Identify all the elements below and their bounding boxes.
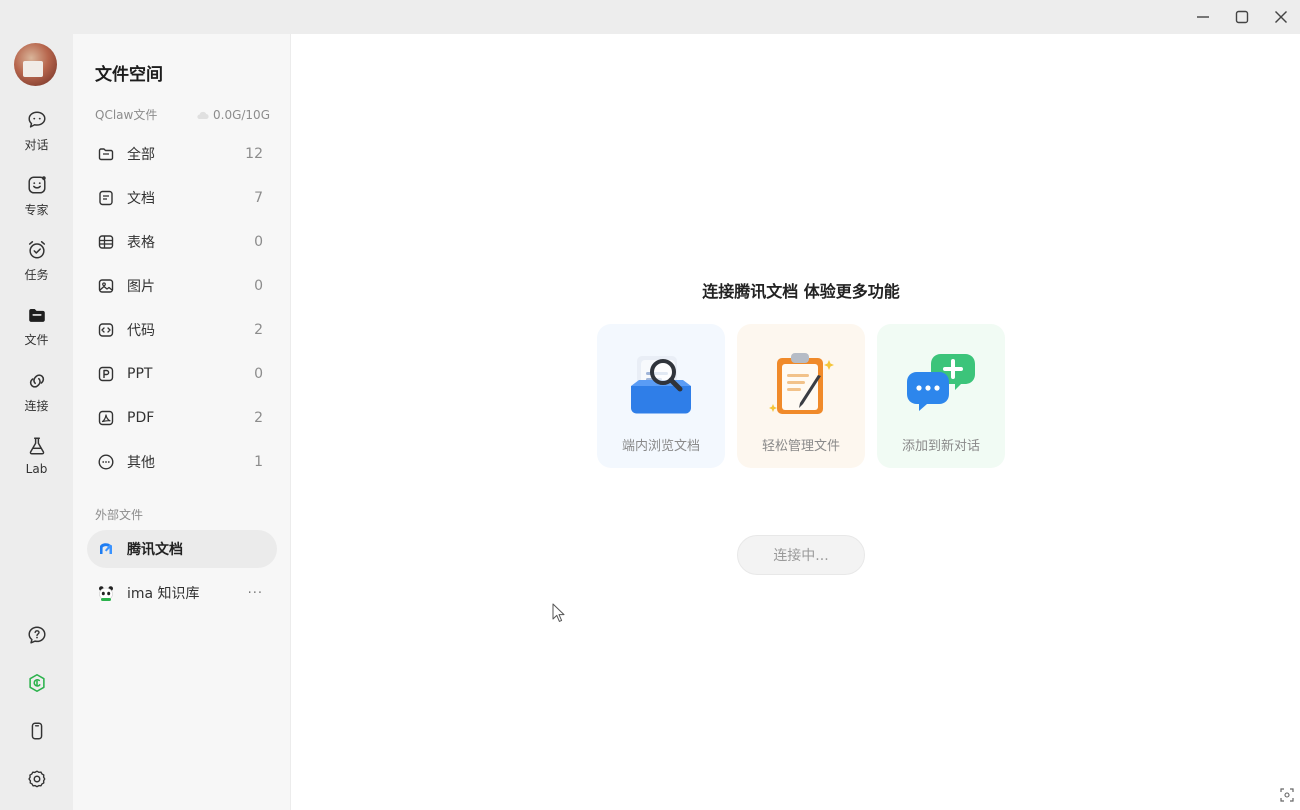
- feature-card-browse: 端内浏览文档: [597, 324, 725, 468]
- panda-icon: [97, 584, 115, 602]
- shield-icon[interactable]: [0, 668, 73, 698]
- category-count: 7: [254, 190, 263, 206]
- feature-caption: 端内浏览文档: [621, 439, 700, 454]
- window-controls: [1183, 0, 1300, 34]
- category-name: PPT: [127, 366, 153, 382]
- main-content: 连接腾讯文档 体验更多功能 端内浏览文档 轻松管理文件 添加到新对话 连接中..…: [291, 34, 1300, 810]
- more-options-button[interactable]: ···: [248, 586, 263, 601]
- tencent-docs-icon: [97, 540, 115, 558]
- category-count: 0: [254, 278, 263, 294]
- category-sheets[interactable]: 表格 0: [87, 222, 277, 262]
- feature-card-manage: 轻松管理文件: [737, 324, 865, 468]
- image-icon: [97, 277, 115, 295]
- close-icon[interactable]: [1261, 0, 1300, 34]
- category-count: 12: [245, 146, 263, 162]
- code-icon: [97, 321, 115, 339]
- category-count: 0: [254, 234, 263, 250]
- clipboard-pen-icon: [769, 353, 834, 414]
- external-tencent-docs[interactable]: 腾讯文档: [87, 530, 277, 568]
- storage-usage-text: 0.0G/10G: [213, 107, 270, 122]
- flask-icon: [25, 434, 49, 458]
- category-all[interactable]: 全部 12: [87, 134, 277, 174]
- document-icon: [97, 189, 115, 207]
- rail-item-chat[interactable]: 对话: [0, 108, 73, 164]
- rail-item-label: 任务: [24, 268, 49, 282]
- storage-usage: 0.0G/10G: [196, 106, 270, 123]
- ppt-icon: [97, 365, 115, 383]
- rail-item-label: 专家: [24, 203, 49, 217]
- external-name: ima 知识库: [127, 586, 200, 602]
- rail-item-connect[interactable]: 连接: [0, 369, 73, 425]
- pdf-icon: [97, 409, 115, 427]
- external-name: 腾讯文档: [127, 542, 183, 558]
- category-ppt[interactable]: PPT 0: [87, 354, 277, 394]
- category-pdf[interactable]: PDF 2: [87, 398, 277, 438]
- expert-face-icon: [25, 173, 49, 197]
- maximize-icon[interactable]: [1222, 0, 1261, 34]
- chat-bubble-icon: [25, 108, 49, 132]
- avatar[interactable]: [14, 43, 57, 86]
- phone-icon[interactable]: [0, 716, 73, 746]
- category-name: 代码: [127, 323, 155, 339]
- help-icon[interactable]: [0, 620, 73, 650]
- external-files-label: 外部文件: [95, 508, 144, 522]
- storage-label: QClaw文件: [95, 108, 158, 122]
- category-count: 1: [254, 454, 263, 470]
- category-images[interactable]: 图片 0: [87, 266, 277, 306]
- rail-item-tasks[interactable]: 任务: [0, 238, 73, 294]
- category-count: 2: [254, 322, 263, 338]
- rail-item-label: Lab: [25, 462, 48, 476]
- task-alarm-icon: [25, 238, 49, 262]
- table-icon: [97, 233, 115, 251]
- feature-caption: 添加到新对话: [901, 439, 980, 454]
- file-sidebar: 文件空间 QClaw文件 0.0G/10G 全部 12 文档 7 表格 0 图片: [73, 34, 291, 810]
- category-name: PDF: [127, 410, 155, 426]
- category-count: 0: [254, 366, 263, 382]
- rail-item-lab[interactable]: Lab: [0, 434, 73, 490]
- category-docs[interactable]: 文档 7: [87, 178, 277, 218]
- promo-title: 连接腾讯文档 体验更多功能: [702, 282, 900, 301]
- category-other[interactable]: 其他 1: [87, 442, 277, 482]
- more-circle-icon: [97, 453, 115, 471]
- category-name: 图片: [127, 279, 155, 295]
- cloud-icon: [197, 111, 209, 119]
- category-name: 其他: [127, 455, 155, 471]
- rail-item-label: 对话: [24, 138, 49, 152]
- category-name: 表格: [127, 235, 155, 251]
- panel-title: 文件空间: [95, 65, 163, 85]
- app-window: 对话 专家 任务 文件 连接 Lab 文件空间 QClaw文件 0.0G/10G…: [0, 0, 1300, 810]
- rail-item-files[interactable]: 文件: [0, 303, 73, 359]
- storage-row: QClaw文件 0.0G/10G: [95, 106, 270, 123]
- category-name: 全部: [127, 147, 155, 163]
- mouse-cursor-icon: [552, 603, 565, 622]
- folder-icon: [25, 303, 49, 327]
- category-count: 2: [254, 410, 263, 426]
- external-ima-knowledge[interactable]: ima 知识库 ···: [87, 574, 277, 612]
- feature-cards: 端内浏览文档 轻松管理文件 添加到新对话: [597, 324, 1005, 468]
- feature-card-add-chat: 添加到新对话: [877, 324, 1005, 468]
- link-icon: [25, 369, 49, 393]
- rail-item-label: 文件: [24, 333, 49, 347]
- rail-item-label: 连接: [24, 399, 49, 413]
- connecting-button[interactable]: 连接中...: [737, 535, 865, 575]
- chat-add-icon: [907, 354, 975, 411]
- nav-rail: 对话 专家 任务 文件 连接 Lab: [0, 0, 73, 810]
- category-name: 文档: [127, 191, 155, 207]
- search-document-icon: [631, 356, 691, 414]
- screenshot-corner-icon[interactable]: [1280, 788, 1294, 802]
- folder-outline-icon: [97, 145, 115, 163]
- minimize-icon[interactable]: [1183, 0, 1222, 34]
- settings-icon[interactable]: [0, 764, 73, 794]
- category-code[interactable]: 代码 2: [87, 310, 277, 350]
- feature-caption: 轻松管理文件: [761, 439, 840, 454]
- rail-item-expert[interactable]: 专家: [0, 173, 73, 229]
